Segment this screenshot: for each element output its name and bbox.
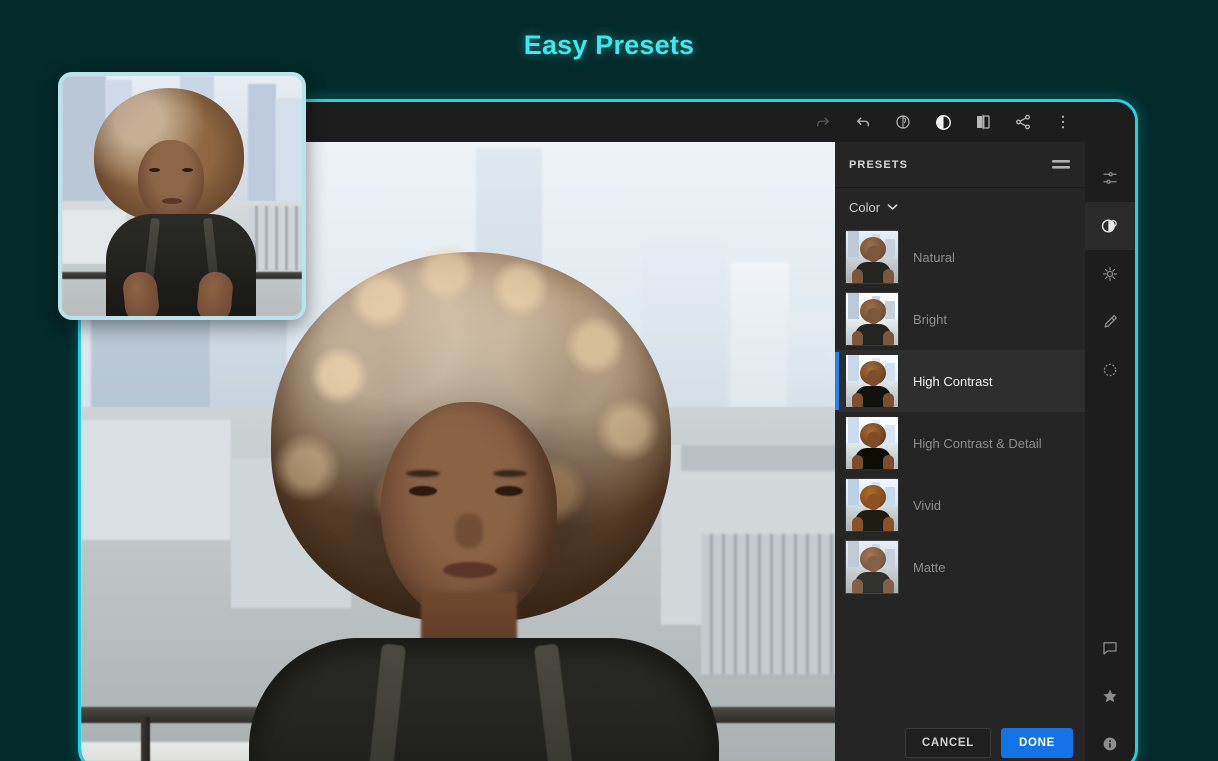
preset-group-label: Color — [849, 199, 881, 215]
photo-subject — [231, 252, 719, 761]
presets-title: PRESETS — [849, 158, 909, 171]
page-title: Easy Presets — [523, 30, 695, 60]
preset-label: High Contrast — [913, 373, 993, 389]
preset-label: Natural — [913, 249, 955, 265]
right-toolbar-top — [1085, 154, 1135, 394]
right-toolbar — [1085, 142, 1135, 761]
comment-icon[interactable] — [1085, 624, 1135, 672]
preset-thumbnail — [845, 416, 899, 470]
star-rating-icon[interactable] — [1085, 672, 1135, 720]
presets-panel-header: PRESETS — [835, 142, 1085, 188]
preset-label: Bright — [913, 311, 947, 327]
right-toolbar-bottom — [1085, 624, 1135, 761]
more-options-icon[interactable] — [1043, 102, 1083, 142]
chevron-down-icon — [887, 203, 898, 211]
radial-detail-icon[interactable] — [1085, 346, 1135, 394]
preset-thumbnail — [845, 230, 899, 284]
preset-item-vivid[interactable]: Vivid — [835, 474, 1085, 536]
auto-contrast-icon[interactable] — [923, 102, 963, 142]
share-icon[interactable] — [1003, 102, 1043, 142]
edit-sliders-icon[interactable] — [1085, 154, 1135, 202]
info-icon[interactable] — [1085, 720, 1135, 761]
preset-item-natural[interactable]: Natural — [835, 226, 1085, 288]
screen: Easy Presets PRESETS Color Natural Brigh… — [0, 0, 1218, 761]
list-menu-icon[interactable] — [1051, 158, 1071, 172]
subject-mouth — [443, 562, 497, 578]
preset-thumbnail — [845, 540, 899, 594]
cancel-button[interactable]: CANCEL — [904, 728, 991, 758]
preset-thumbnail — [845, 292, 899, 346]
preset-item-high-contrast[interactable]: High Contrast — [835, 350, 1085, 412]
photo-window-grid — [701, 533, 841, 674]
presets-panel-footer: CANCEL DONE — [835, 718, 1085, 761]
done-button[interactable]: DONE — [1001, 728, 1073, 758]
healing-icon[interactable] — [1085, 250, 1135, 298]
subject-eye — [409, 486, 437, 496]
redo-icon[interactable] — [803, 102, 843, 142]
before-after-icon[interactable] — [963, 102, 1003, 142]
preset-thumbnail — [845, 354, 899, 408]
subject-eyebrow — [493, 470, 527, 477]
presets-panel: PRESETS Color Natural Bright High Contra… — [835, 142, 1085, 761]
preset-thumbnail — [845, 478, 899, 532]
subject-face — [381, 402, 557, 622]
preview-thumbnail-image — [62, 76, 302, 316]
photo-rooftop-block — [81, 420, 231, 541]
preview-subject-face — [138, 140, 204, 220]
undo-icon[interactable] — [843, 102, 883, 142]
subject-eyebrow — [406, 470, 440, 477]
preset-item-high-contrast-and-detail[interactable]: High Contrast & Detail — [835, 412, 1085, 474]
preset-item-matte[interactable]: Matte — [835, 536, 1085, 598]
subject-nose — [455, 514, 483, 548]
preset-label: Matte — [913, 559, 946, 575]
preset-list[interactable]: Natural Bright High Contrast High Contra… — [835, 226, 1085, 718]
original-compare-icon[interactable] — [883, 102, 923, 142]
subject-eye — [495, 486, 523, 496]
preset-group-selector[interactable]: Color — [835, 188, 1085, 226]
preset-label: High Contrast & Detail — [913, 435, 1042, 451]
preset-label: Vivid — [913, 497, 941, 513]
photo-railing-post — [141, 717, 150, 761]
color-presets-icon[interactable] — [1085, 202, 1135, 250]
preset-item-bright[interactable]: Bright — [835, 288, 1085, 350]
subject-shirt — [249, 638, 719, 761]
preview-thumbnail[interactable] — [58, 72, 306, 320]
retouch-brush-icon[interactable] — [1085, 298, 1135, 346]
